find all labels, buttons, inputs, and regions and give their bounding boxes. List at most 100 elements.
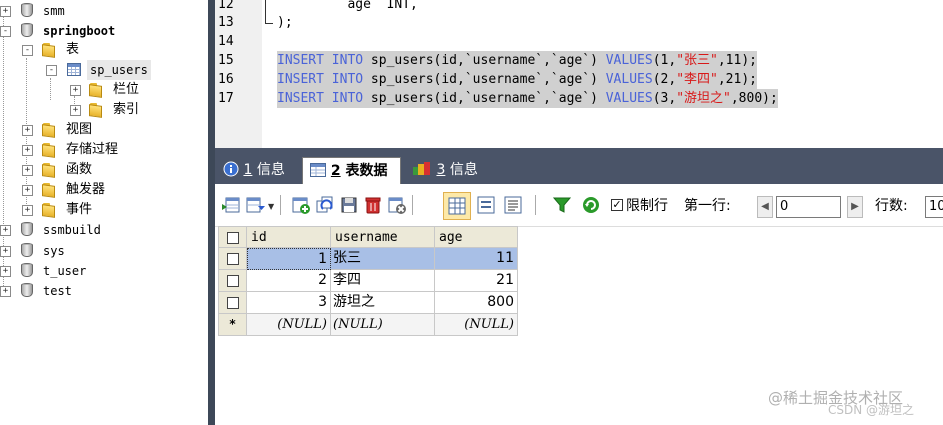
- collapse-icon[interactable]: -: [22, 45, 33, 56]
- expand-icon[interactable]: +: [0, 286, 11, 297]
- row-checkbox[interactable]: [226, 253, 239, 265]
- text-view-icon[interactable]: [503, 195, 523, 215]
- expand-icon[interactable]: +: [22, 205, 33, 216]
- tab-table-data[interactable]: 2 表数据: [302, 157, 401, 184]
- table-cell[interactable]: 1: [247, 248, 331, 270]
- table-cell[interactable]: 游坦之: [331, 292, 435, 314]
- table-cell[interactable]: 11: [435, 248, 518, 270]
- new-row-cell[interactable]: (NULL): [435, 314, 518, 336]
- table-cell[interactable]: 21: [435, 270, 518, 292]
- object-browser-tree: + smm - springboot - 表 - sp_users + 栏位 +…: [0, 0, 208, 425]
- expand-icon[interactable]: +: [22, 125, 33, 136]
- sql-keyword: INSERT INTO: [277, 91, 364, 106]
- line-number-gutter: 12 13 14 15 16 17: [215, 0, 262, 148]
- tree-item-label: 栏位: [113, 82, 140, 97]
- info-icon: [223, 161, 239, 177]
- cancel-changes-icon[interactable]: [387, 195, 407, 215]
- new-row-cell[interactable]: (NULL): [331, 314, 435, 336]
- select-all-cell[interactable]: [218, 226, 247, 248]
- form-view-icon[interactable]: [476, 195, 496, 215]
- filter-icon[interactable]: [552, 195, 572, 215]
- tree-item-label: test: [43, 284, 72, 298]
- insert-row-icon[interactable]: [291, 195, 311, 215]
- table-cell[interactable]: 2: [247, 270, 331, 292]
- tree-item-label: t_user: [43, 264, 87, 278]
- collapse-icon[interactable]: -: [0, 26, 11, 37]
- column-header-age[interactable]: age: [435, 226, 518, 248]
- tab-label: 信息: [252, 162, 285, 178]
- table-cell[interactable]: 李四: [331, 270, 435, 292]
- new-row-cell[interactable]: (NULL): [247, 314, 331, 336]
- watermark: CSDN @游坦之: [828, 403, 915, 417]
- sql-string: "游坦之": [676, 91, 731, 106]
- expand-icon[interactable]: +: [0, 225, 11, 236]
- previous-page-button[interactable]: ◀: [757, 196, 773, 218]
- expand-icon[interactable]: +: [0, 246, 11, 257]
- tree-item-label: 函数: [66, 162, 93, 177]
- duplicate-row-icon[interactable]: [315, 195, 335, 215]
- refresh-icon[interactable]: [581, 195, 601, 215]
- folder-icon: [88, 82, 104, 98]
- expand-icon[interactable]: +: [0, 6, 11, 17]
- database-icon: [21, 23, 33, 38]
- sql-text: (2,: [652, 72, 677, 87]
- column-header-id[interactable]: id: [247, 226, 331, 248]
- sql-string: "李四": [676, 72, 718, 87]
- new-row-marker[interactable]: *: [218, 314, 247, 336]
- tree-item-label: 表: [66, 42, 80, 57]
- row-selector[interactable]: [218, 270, 247, 292]
- column-header-username[interactable]: username: [331, 226, 435, 248]
- tab-label: 表数据: [340, 163, 388, 179]
- row-checkbox[interactable]: [226, 275, 239, 287]
- export-icon[interactable]: [246, 195, 266, 215]
- code-line-selected: INSERT INTO sp_users(id,`username`,`age`…: [277, 51, 757, 70]
- expand-icon[interactable]: +: [70, 85, 81, 96]
- expand-icon[interactable]: +: [0, 266, 11, 277]
- limit-rows-checkbox[interactable]: ✓: [611, 199, 623, 211]
- line-number: 15: [218, 53, 234, 68]
- tab-info-3[interactable]: 3 信息: [412, 157, 478, 184]
- sql-keyword: VALUES: [605, 91, 653, 106]
- expand-icon[interactable]: +: [70, 105, 81, 116]
- table-cell[interactable]: 3: [247, 292, 331, 314]
- tree-item-label: 事件: [66, 202, 93, 217]
- sql-keyword: INSERT INTO: [277, 53, 364, 68]
- sql-text: ,800);: [730, 91, 778, 106]
- line-number: 12: [218, 0, 234, 12]
- table-cell[interactable]: 张三: [331, 248, 435, 270]
- sql-keyword: VALUES: [605, 53, 653, 68]
- chevron-down-icon[interactable]: ▼: [268, 202, 274, 211]
- collapse-icon[interactable]: -: [46, 65, 57, 76]
- sql-text: sp_users(id,`username`,`age`): [363, 91, 606, 106]
- toolbar-separator: [412, 195, 413, 215]
- next-page-button[interactable]: ▶: [847, 196, 863, 218]
- table-cell[interactable]: 800: [435, 292, 518, 314]
- database-icon: [21, 222, 33, 237]
- expand-icon[interactable]: +: [22, 145, 33, 156]
- delete-icon[interactable]: [363, 195, 383, 215]
- tab-info-1[interactable]: 1 信息: [223, 157, 285, 184]
- code-line-selected: INSERT INTO sp_users(id,`username`,`age`…: [277, 70, 757, 89]
- import-icon[interactable]: [221, 195, 241, 215]
- panel-splitter[interactable]: [208, 0, 215, 425]
- tree-item-label: 视图: [66, 122, 93, 137]
- save-icon[interactable]: [339, 195, 359, 215]
- first-row-input[interactable]: 0: [776, 196, 841, 218]
- toolbar-separator: [280, 195, 281, 215]
- tab-number: 2: [330, 163, 341, 179]
- row-count-input[interactable]: 10: [925, 196, 943, 218]
- expand-icon[interactable]: +: [22, 165, 33, 176]
- row-selector[interactable]: [218, 292, 247, 314]
- row-selector[interactable]: [218, 248, 247, 270]
- tree-item-label: sys: [43, 244, 65, 258]
- select-all-checkbox[interactable]: [226, 232, 239, 244]
- expand-icon[interactable]: +: [22, 185, 33, 196]
- tree-item-label: 索引: [113, 102, 140, 117]
- result-tab-bar: 1 信息 2 表数据 3 信息: [215, 148, 943, 184]
- line-number: 16: [218, 72, 234, 87]
- row-checkbox[interactable]: [226, 297, 239, 309]
- sql-text: (3,: [652, 91, 677, 106]
- sql-editor[interactable]: 12 13 14 15 16 17 `age` INT, ); INSERT I…: [215, 0, 943, 148]
- grid-view-button-highlight[interactable]: [443, 192, 471, 220]
- tree-item-label: sp_users: [87, 60, 151, 80]
